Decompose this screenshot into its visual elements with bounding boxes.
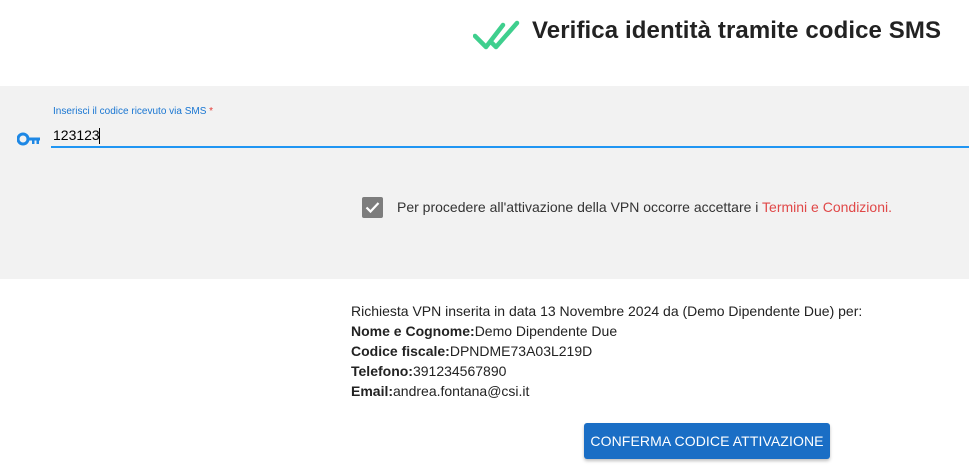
- key-icon: [17, 132, 40, 146]
- fiscal-code-row: Codice fiscale:DPNDME73A03L219D: [351, 341, 862, 361]
- terms-statement: Per procedere all'attivazione della VPN …: [397, 199, 763, 215]
- terms-text: Per procedere all'attivazione della VPN …: [397, 199, 892, 215]
- email-label: Email:: [351, 383, 394, 399]
- double-check-icon: [473, 20, 520, 50]
- fiscal-code-label: Codice fiscale:: [351, 343, 450, 359]
- phone-value: 391234567890: [412, 363, 507, 379]
- email-row: Email:andrea.fontana@csi.it: [351, 381, 862, 401]
- name-row: Nome e Cognome:Demo Dipendente Due: [351, 321, 862, 341]
- sms-code-label-text: Inserisci il codice ricevuto via SMS: [53, 106, 207, 117]
- email-value: andrea.fontana@csi.it: [393, 383, 530, 399]
- sms-code-label: Inserisci il codice ricevuto via SMS *: [53, 106, 213, 117]
- fiscal-code-value: DPNDME73A03L219D: [449, 343, 593, 359]
- page-title: Verifica identità tramite codice SMS: [532, 17, 942, 44]
- sms-code-input[interactable]: [51, 124, 969, 148]
- page-header: Verifica identità tramite codice SMS: [0, 0, 969, 86]
- name-value: Demo Dipendente Due: [474, 323, 618, 339]
- terms-checkbox[interactable]: [362, 197, 383, 218]
- phone-label: Telefono:: [351, 363, 413, 379]
- phone-row: Telefono:391234567890: [351, 361, 862, 381]
- request-info: Richiesta VPN inserita in data 13 Novemb…: [351, 301, 862, 401]
- request-intro: Richiesta VPN inserita in data 13 Novemb…: [351, 303, 863, 319]
- confirm-activation-button[interactable]: CONFERMA CODICE ATTIVAZIONE: [584, 423, 830, 459]
- required-mark: *: [209, 106, 214, 117]
- text-caret: [99, 128, 100, 144]
- name-label: Nome e Cognome:: [351, 323, 475, 339]
- checkmark-icon: [365, 202, 380, 214]
- terms-link[interactable]: Termini e Condizioni.: [762, 199, 892, 215]
